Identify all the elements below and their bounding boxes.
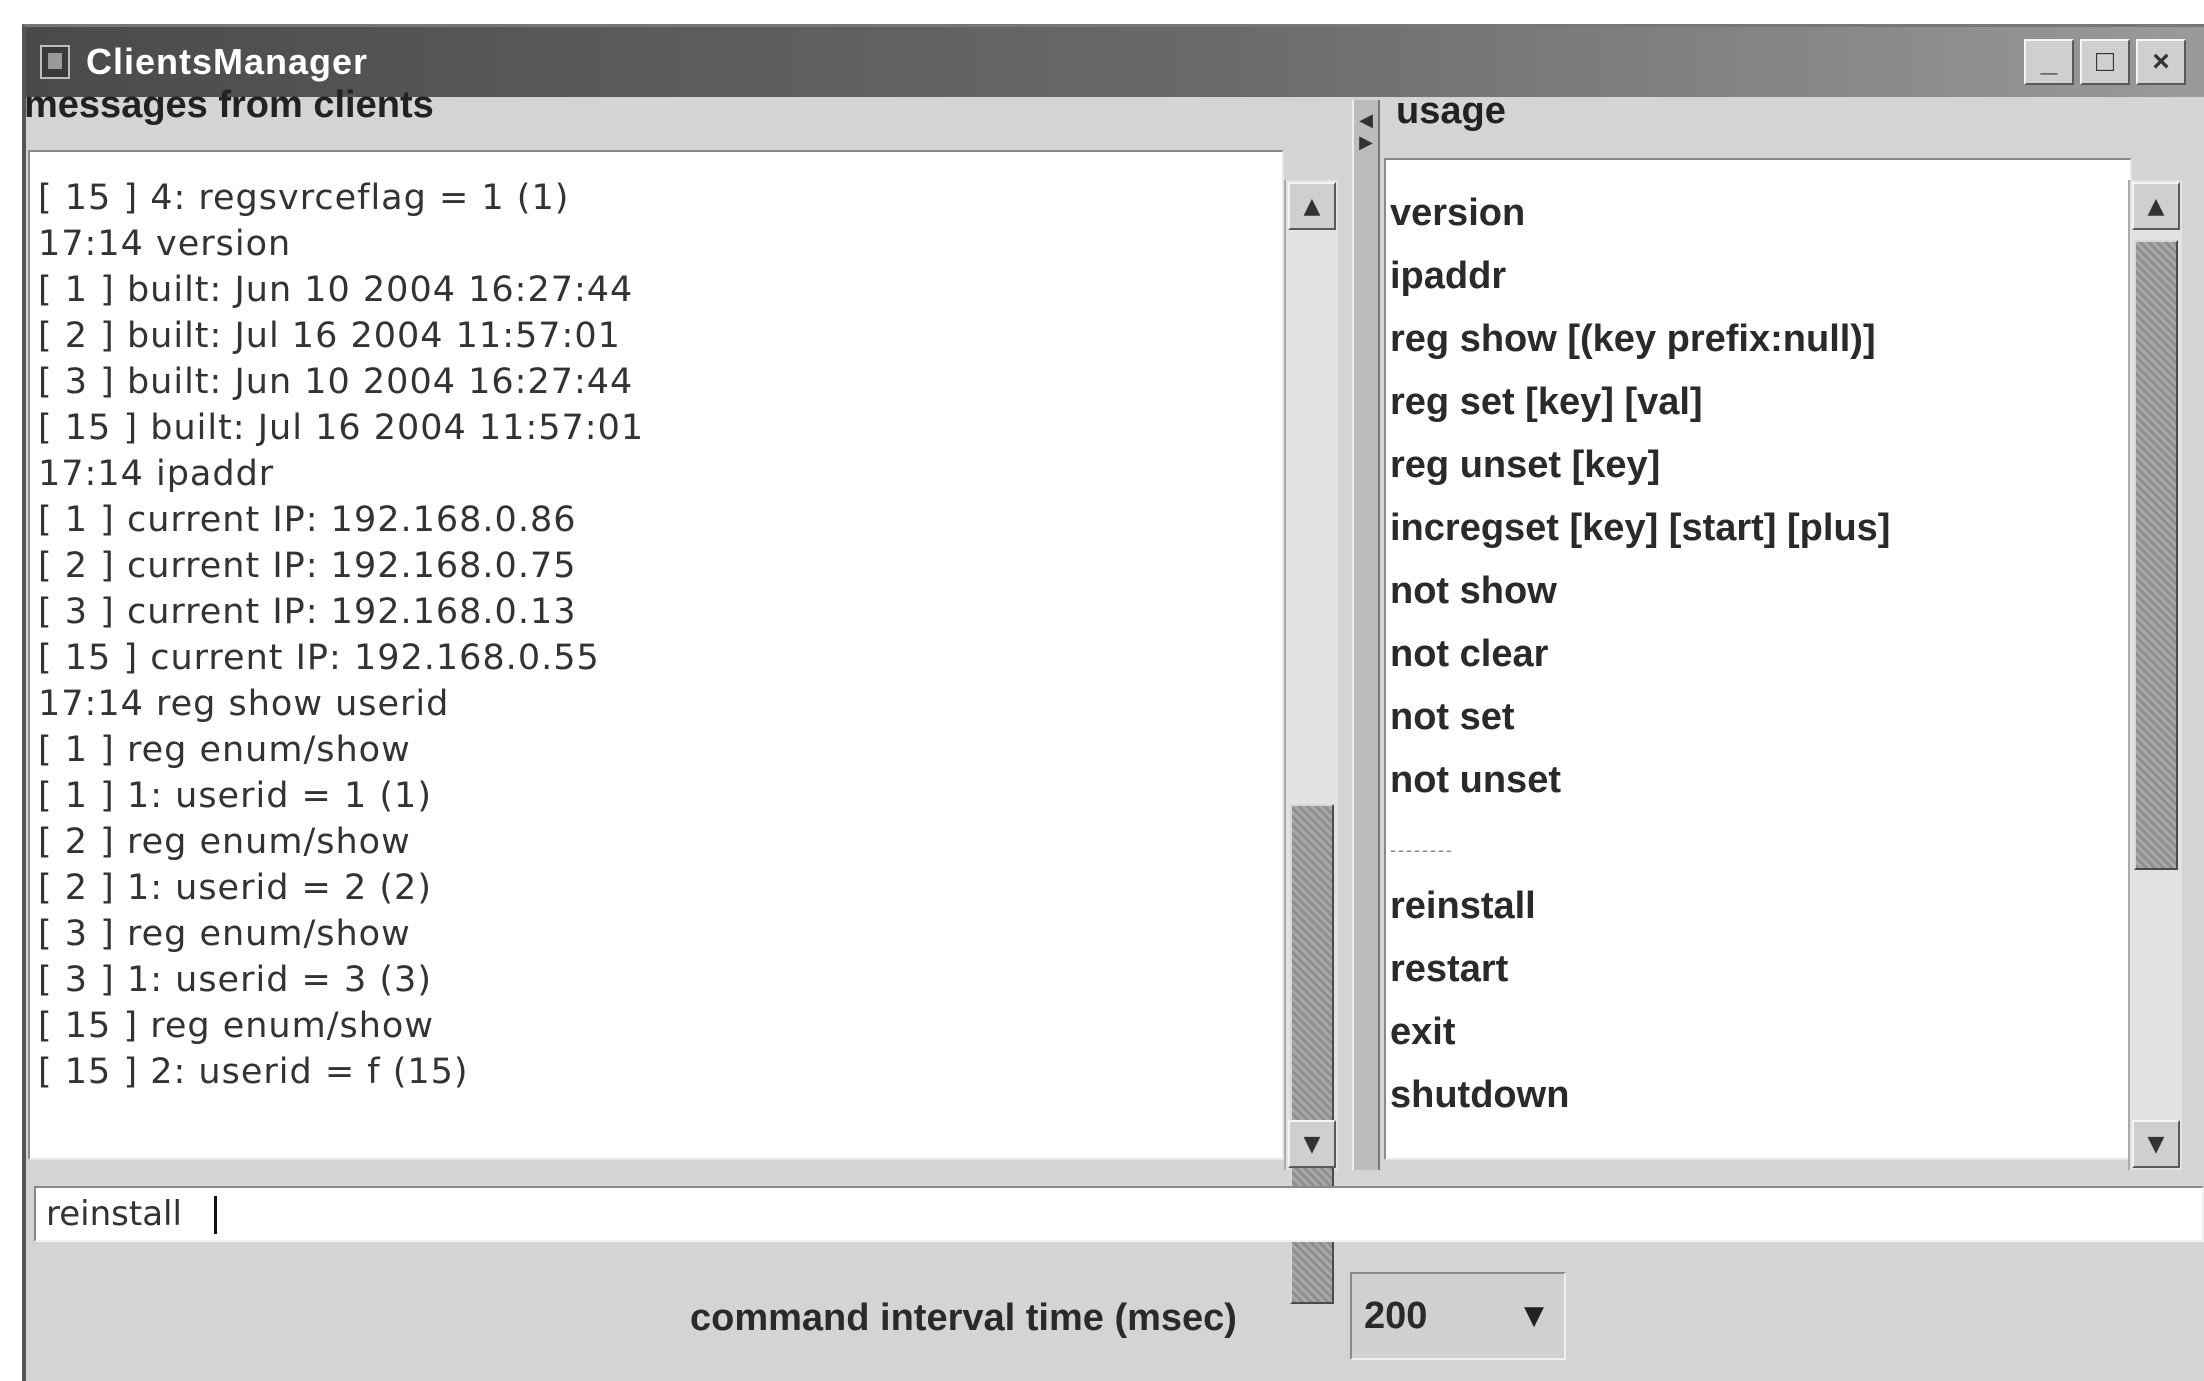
message-line: 17:14 ipaddr <box>38 454 275 494</box>
window-controls: _ □ × <box>2024 39 2186 85</box>
message-line: [ 15 ] 2: userid = f (15) <box>38 1052 469 1092</box>
usage-scrollbar[interactable]: ▲ ▼ <box>2128 180 2182 1170</box>
usage-item[interactable]: reg set [key] [val] <box>1390 381 1703 424</box>
usage-item[interactable]: exit <box>1390 1011 1455 1054</box>
message-line: [ 3 ] reg enum/show <box>38 914 411 954</box>
collapse-right-icon[interactable]: ▶ <box>1354 132 1378 154</box>
usage-separator: -------- <box>1390 840 1454 860</box>
usage-item[interactable]: not set <box>1390 696 1515 739</box>
usage-item[interactable]: not clear <box>1390 633 1548 676</box>
message-line: [ 15 ] reg enum/show <box>38 1006 434 1046</box>
usage-item[interactable]: reg show [(key prefix:null)] <box>1390 318 1876 361</box>
maximize-button[interactable]: □ <box>2080 39 2130 85</box>
message-line: 17:14 reg show userid <box>38 684 450 724</box>
usage-item[interactable]: reg unset [key] <box>1390 444 1660 487</box>
usage-panel-title: usage <box>1396 89 1506 132</box>
usage-scroll-thumb[interactable] <box>2134 240 2178 870</box>
messages-scrollbar[interactable]: ▲ ▼ <box>1284 180 1338 1304</box>
message-line: [ 1 ] current IP: 192.168.0.86 <box>38 500 577 540</box>
close-button[interactable]: × <box>2136 39 2186 85</box>
split-pane-divider[interactable] <box>1352 100 1380 1170</box>
message-line: [ 2 ] current IP: 192.168.0.75 <box>38 546 577 586</box>
scroll-down-arrow-icon[interactable]: ▼ <box>2132 1120 2180 1168</box>
usage-item[interactable]: shutdown <box>1390 1074 1569 1117</box>
divider-arrows[interactable]: ◀ ▶ <box>1354 110 1378 154</box>
messages-panel-title: messages from clients <box>24 83 434 126</box>
message-line: [ 2 ] 1: userid = 2 (2) <box>38 868 432 908</box>
scroll-up-arrow-icon[interactable]: ▲ <box>2132 182 2180 230</box>
message-line: [ 15 ] current IP: 192.168.0.55 <box>38 638 600 678</box>
text-caret <box>214 1196 217 1234</box>
usage-item[interactable]: version <box>1390 192 1525 235</box>
usage-item[interactable]: reinstall <box>1390 885 1536 928</box>
message-line: [ 2 ] built: Jul 16 2004 11:57:01 <box>38 316 621 356</box>
usage-item[interactable]: restart <box>1390 948 1508 991</box>
interval-value: 200 <box>1364 1294 1428 1337</box>
message-line: 17:14 version <box>38 224 292 264</box>
message-line: [ 3 ] built: Jun 10 2004 16:27:44 <box>38 362 634 402</box>
collapse-left-icon[interactable]: ◀ <box>1354 110 1378 132</box>
message-line: [ 1 ] built: Jun 10 2004 16:27:44 <box>38 270 634 310</box>
app-icon <box>40 45 70 79</box>
message-line: [ 3 ] current IP: 192.168.0.13 <box>38 592 577 632</box>
message-line: [ 3 ] 1: userid = 3 (3) <box>38 960 432 1000</box>
usage-item[interactable]: ipaddr <box>1390 255 1506 298</box>
message-line: [ 1 ] 1: userid = 1 (1) <box>38 776 432 816</box>
message-line: [ 15 ] 4: regsvrceflag = 1 (1) <box>38 178 570 218</box>
usage-item[interactable]: not show <box>1390 570 1557 613</box>
usage-item[interactable]: incregset [key] [start] [plus] <box>1390 507 1890 550</box>
message-line: [ 2 ] reg enum/show <box>38 822 411 862</box>
scroll-up-arrow-icon[interactable]: ▲ <box>1288 182 1336 230</box>
message-line: [ 15 ] built: Jul 16 2004 11:57:01 <box>38 408 645 448</box>
message-line: [ 1 ] reg enum/show <box>38 730 411 770</box>
interval-dropdown[interactable]: 200 ▼ <box>1350 1272 1566 1360</box>
usage-item[interactable]: not unset <box>1390 759 1561 802</box>
command-input[interactable] <box>34 1186 2204 1242</box>
minimize-button[interactable]: _ <box>2024 39 2074 85</box>
dropdown-arrow-icon[interactable]: ▼ <box>1524 1301 1544 1331</box>
scroll-down-arrow-icon[interactable]: ▼ <box>1288 1120 1336 1168</box>
interval-label: command interval time (msec) <box>690 1296 1237 1339</box>
